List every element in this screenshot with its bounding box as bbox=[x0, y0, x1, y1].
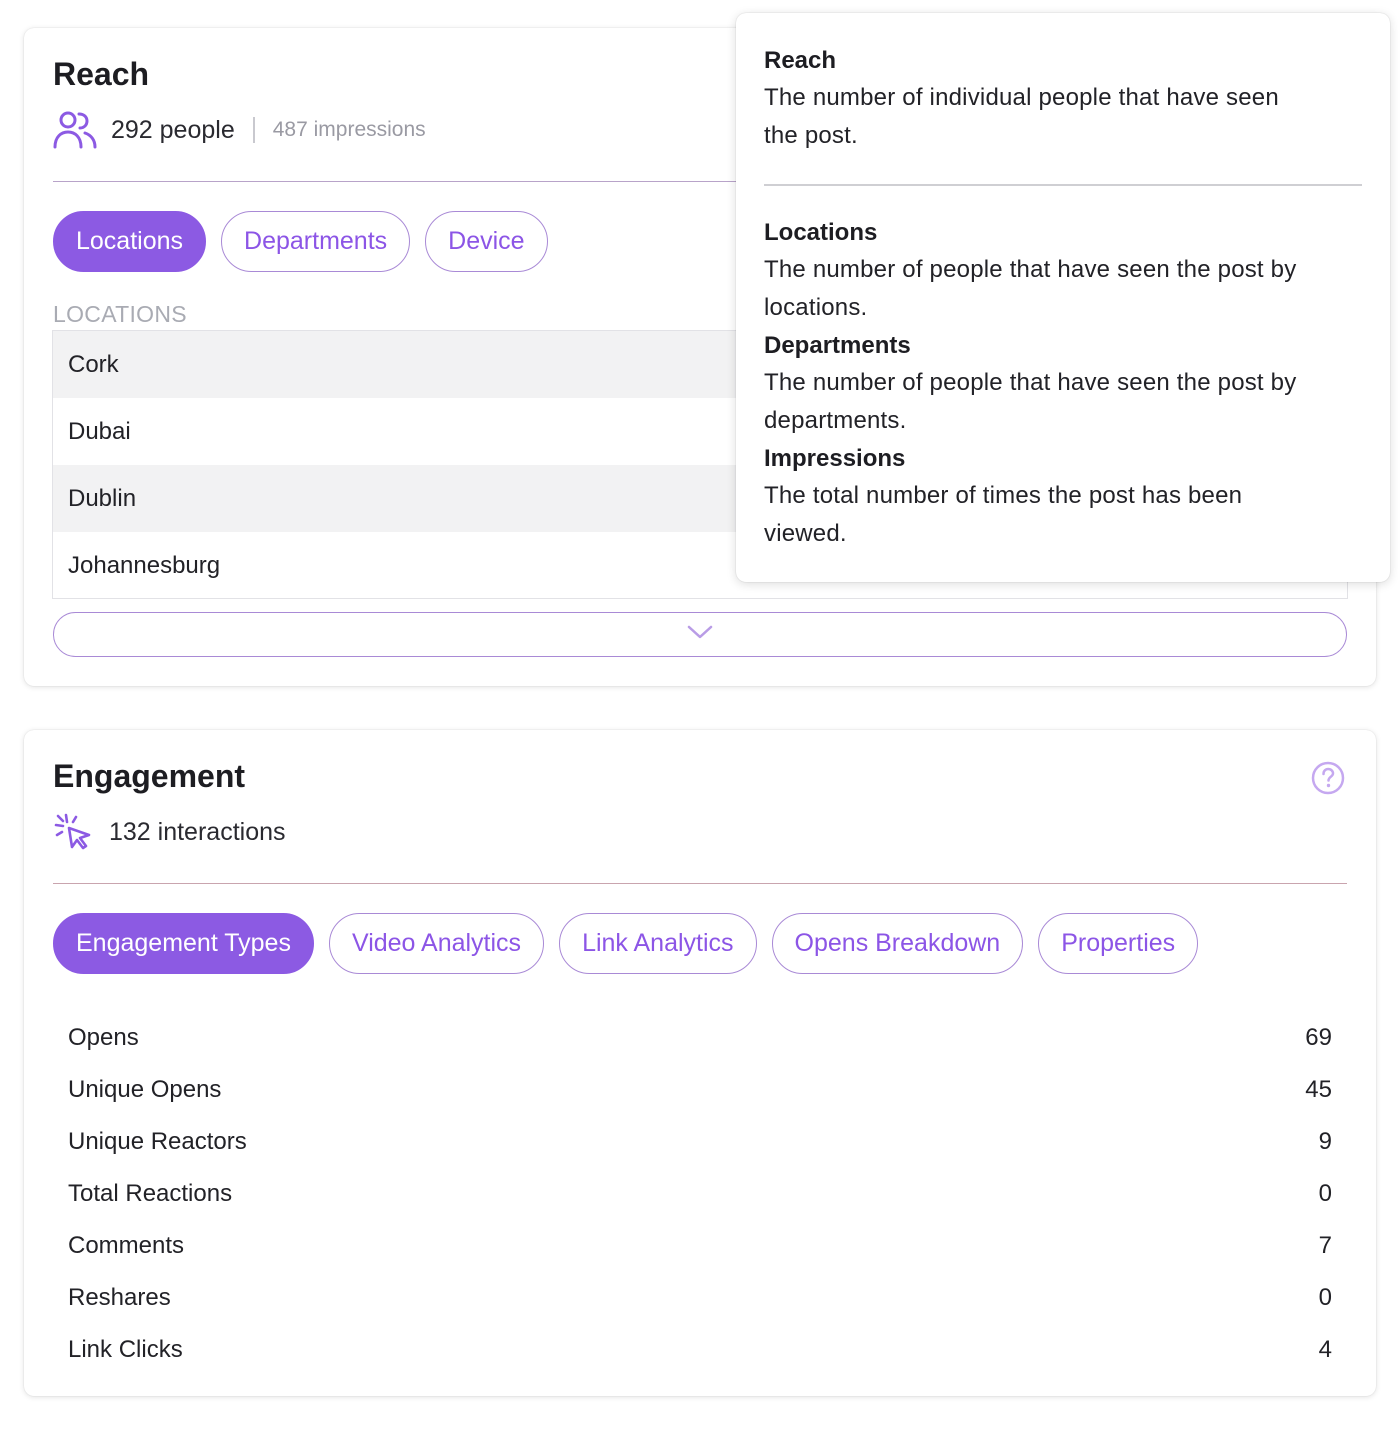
locations-section-label: LOCATIONS bbox=[53, 301, 187, 327]
location-name: Dublin bbox=[68, 484, 137, 512]
metric-label: Reshares bbox=[68, 1284, 171, 1311]
tab-device[interactable]: Device bbox=[425, 211, 548, 272]
metric-label: Opens bbox=[68, 1024, 139, 1051]
list-item: Link Clicks 4 bbox=[68, 1324, 1332, 1376]
tab-opens-breakdown[interactable]: Opens Breakdown bbox=[771, 913, 1024, 974]
metric-value: 4 bbox=[1318, 1336, 1332, 1363]
tab-departments[interactable]: Departments bbox=[221, 211, 411, 272]
engagement-list: Opens 69 Unique Opens 45 Unique Reactors 9 … bbox=[68, 1012, 1332, 1376]
tab-locations[interactable]: Locations bbox=[53, 211, 207, 272]
list-item: Reshares 0 bbox=[68, 1272, 1332, 1324]
interactions-count: 132 interactions bbox=[109, 817, 286, 846]
reach-title: Reach bbox=[53, 56, 150, 92]
tab-video-analytics[interactable]: Video Analytics bbox=[328, 913, 545, 974]
metric-label: Comments bbox=[68, 1232, 185, 1259]
metric-label: Unique Opens bbox=[68, 1076, 222, 1103]
expand-locations-button[interactable] bbox=[53, 612, 1347, 657]
tooltip-reach-text-line2: the post. bbox=[764, 122, 858, 149]
list-item: Total Reactions 0 bbox=[68, 1168, 1332, 1220]
location-name: Johannesburg bbox=[68, 551, 221, 579]
click-icon bbox=[53, 812, 93, 852]
tooltip-departments-text-line1: The number of people that have seen the … bbox=[764, 369, 1297, 396]
engagement-stats: 132 interactions bbox=[53, 812, 286, 852]
people-icon bbox=[53, 110, 97, 150]
people-count: 292 people bbox=[111, 115, 235, 144]
tooltip-reach-block: Reach The number of individual people th… bbox=[764, 42, 1364, 155]
impressions-count: 487 impressions bbox=[272, 118, 426, 141]
metric-value: 0 bbox=[1318, 1180, 1332, 1207]
metric-label: Link Clicks bbox=[68, 1336, 183, 1363]
tooltip-locations-text-line2: locations. bbox=[764, 294, 868, 321]
reach-stats: 292 people 487 impressions bbox=[53, 110, 426, 150]
tooltip-impressions-text-line2: viewed. bbox=[764, 520, 847, 547]
location-name: Dubai bbox=[68, 417, 131, 445]
tooltip-departments-heading: Departments bbox=[764, 332, 911, 359]
engagement-divider bbox=[53, 883, 1347, 884]
metric-value: 0 bbox=[1318, 1284, 1332, 1311]
list-item: Unique Reactors 9 bbox=[68, 1116, 1332, 1168]
tooltip-divider bbox=[764, 184, 1362, 186]
metric-label: Total Reactions bbox=[68, 1180, 233, 1207]
tooltip-details-block: Locations The number of people that have… bbox=[764, 214, 1364, 553]
list-item: Unique Opens 45 bbox=[68, 1064, 1332, 1116]
tab-properties[interactable]: Properties bbox=[1038, 913, 1199, 974]
chevron-down-icon bbox=[686, 624, 714, 645]
metric-value: 45 bbox=[1305, 1076, 1332, 1103]
engagement-title: Engagement bbox=[53, 758, 246, 794]
tooltip-impressions-heading: Impressions bbox=[764, 445, 906, 472]
reach-tabs: Locations Departments Device bbox=[53, 211, 548, 272]
list-item: Comments 7 bbox=[68, 1220, 1332, 1272]
tooltip-locations-text-line1: The number of people that have seen the … bbox=[764, 256, 1297, 283]
list-item: Opens 69 bbox=[68, 1012, 1332, 1064]
metric-value: 9 bbox=[1318, 1128, 1332, 1155]
stat-separator bbox=[252, 117, 255, 143]
metric-value: 7 bbox=[1318, 1232, 1332, 1259]
metric-value: 69 bbox=[1305, 1024, 1332, 1051]
metric-label: Unique Reactors bbox=[68, 1128, 247, 1155]
tooltip-locations-heading: Locations bbox=[764, 219, 878, 246]
engagement-tabs: Engagement Types Video Analytics Link An… bbox=[53, 913, 1199, 974]
location-name: Cork bbox=[68, 350, 119, 378]
tooltip-reach-heading: Reach bbox=[764, 47, 837, 74]
tab-engagement-types[interactable]: Engagement Types bbox=[53, 913, 314, 974]
tab-link-analytics[interactable]: Link Analytics bbox=[559, 913, 757, 974]
tooltip-departments-text-line2: departments. bbox=[764, 407, 907, 434]
help-circle-icon[interactable] bbox=[1310, 760, 1346, 796]
tooltip-impressions-text-line1: The total number of times the post has b… bbox=[764, 482, 1243, 509]
reach-info-tooltip: Reach The number of individual people th… bbox=[736, 13, 1390, 582]
tooltip-reach-text-line1: The number of individual people that hav… bbox=[764, 84, 1279, 111]
engagement-card: Engagement 132 interactions Engagement T… bbox=[24, 730, 1376, 1396]
